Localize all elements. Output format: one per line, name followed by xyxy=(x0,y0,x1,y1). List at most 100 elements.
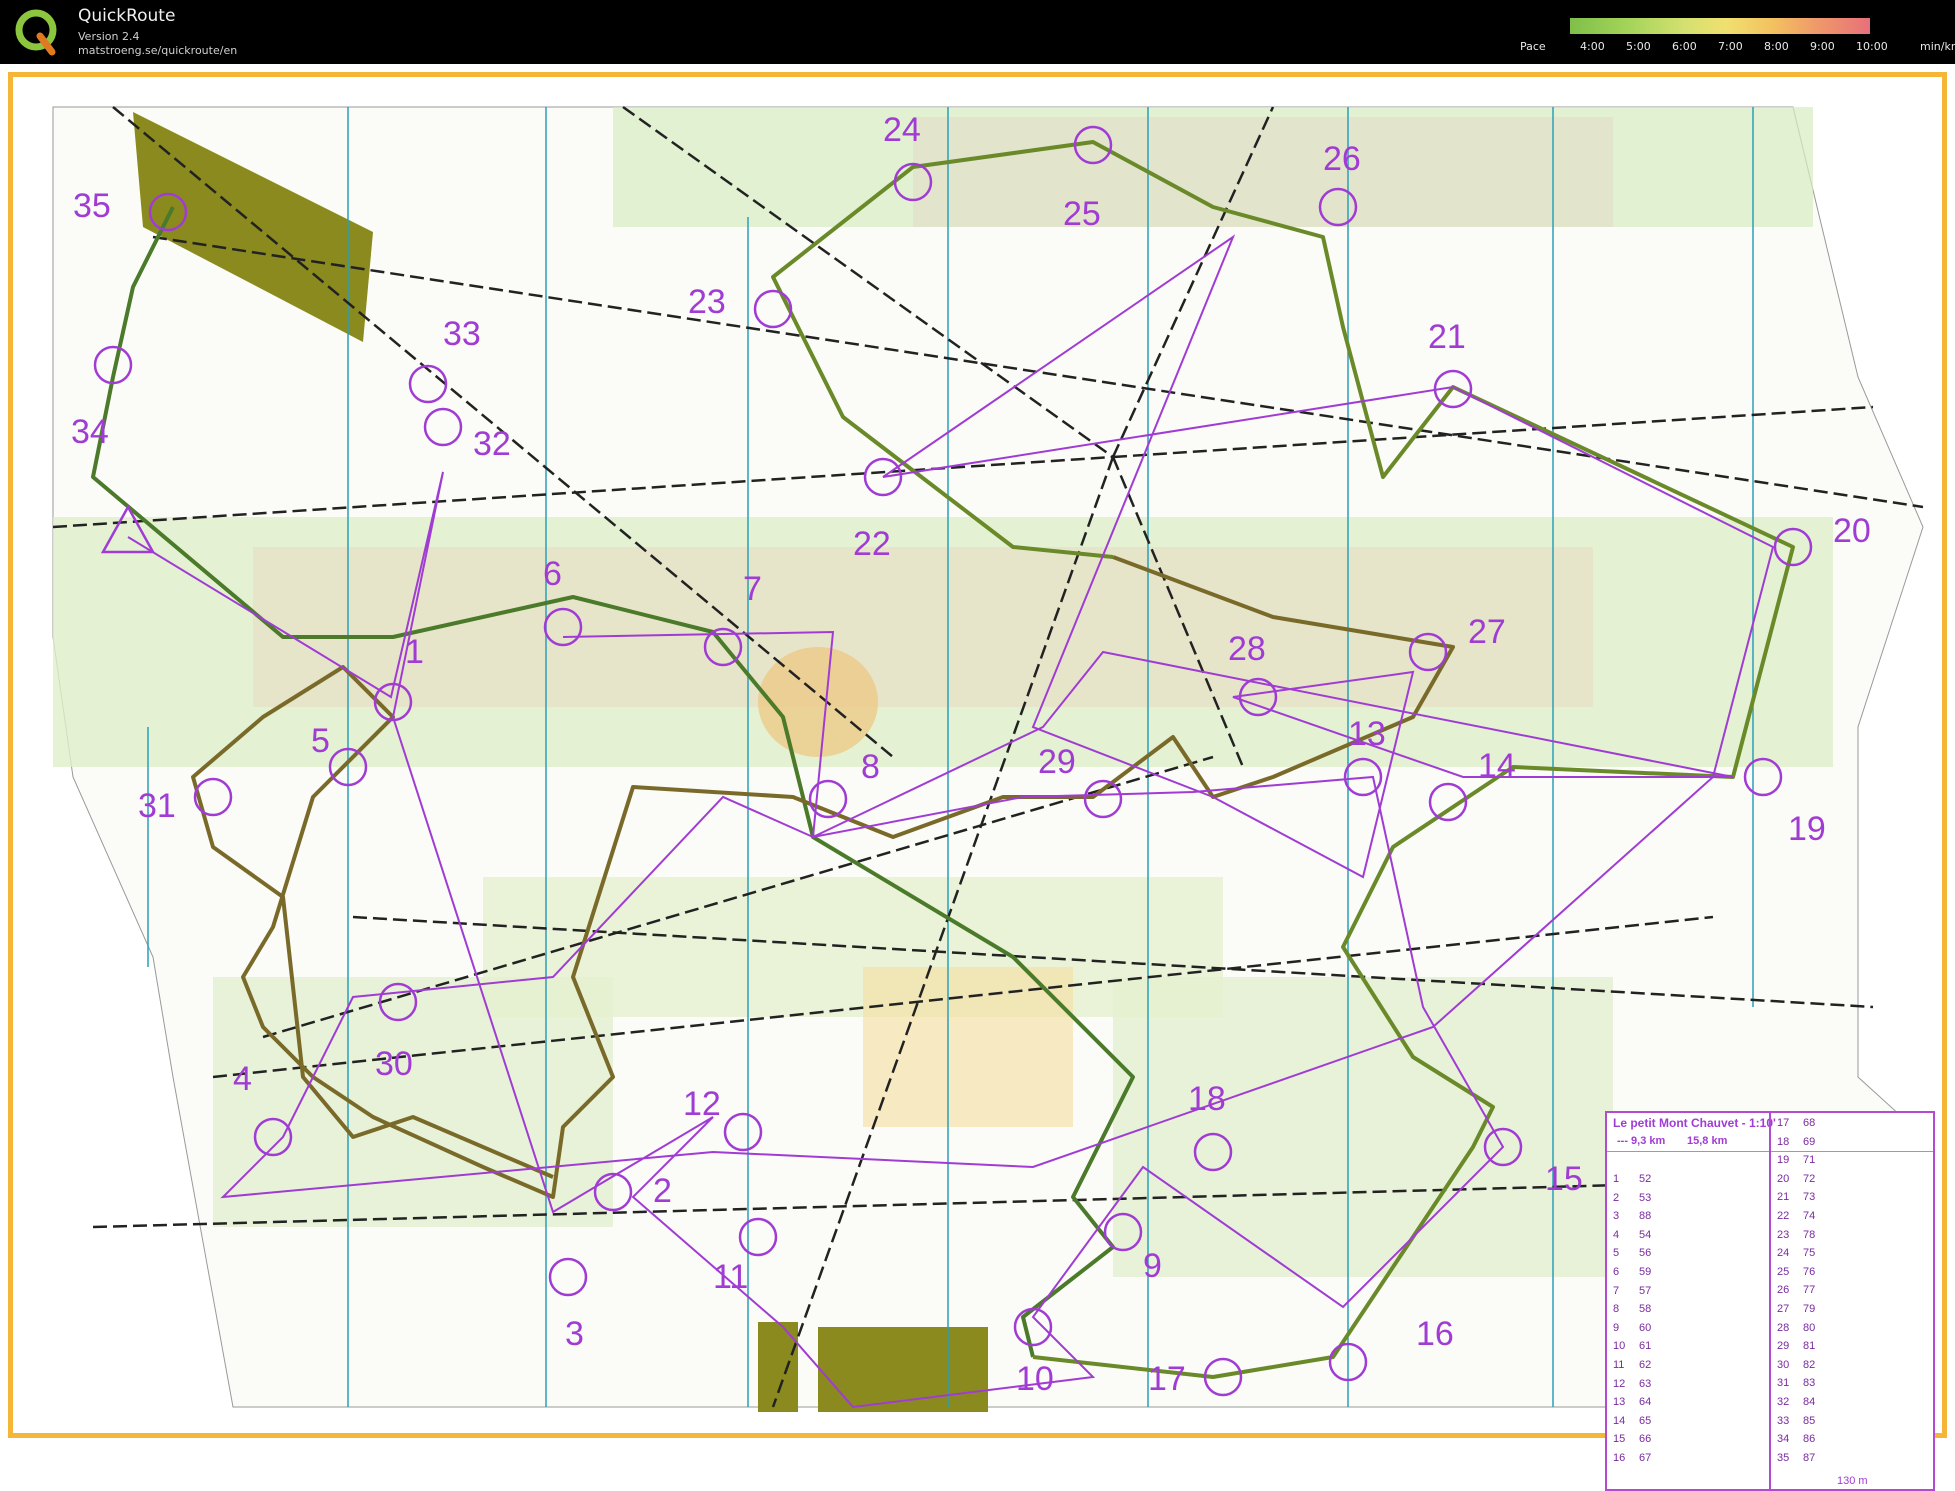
legend-control-number: 30 xyxy=(1777,1358,1790,1371)
control-number: 31 xyxy=(138,787,176,825)
legend-row: 33 85 xyxy=(1773,1413,1933,1431)
pace-tick: 5:00 xyxy=(1626,40,1651,53)
control-number: 26 xyxy=(1323,140,1361,178)
open-area xyxy=(758,647,878,757)
legend-control-code: 64 xyxy=(1639,1396,1652,1409)
control-description-sheet: Le petit Mont Chauvet - 1:10' --- 9,3 km… xyxy=(1605,1111,1935,1491)
legend-control-number: 20 xyxy=(1777,1172,1790,1185)
legend-control-code: 58 xyxy=(1639,1303,1652,1316)
legend-control-number: 6 xyxy=(1613,1266,1620,1278)
legend-length: --- 9,3 km xyxy=(1617,1135,1666,1147)
legend-row: 31 83 xyxy=(1773,1375,1933,1393)
legend-control-number: 14 xyxy=(1613,1414,1626,1427)
legend-row: 24 75 xyxy=(1773,1245,1933,1263)
pace-tick: 10:00 xyxy=(1856,40,1888,53)
legend-control-number: 2 xyxy=(1613,1191,1620,1204)
legend-row: 26 77 xyxy=(1773,1282,1933,1300)
legend-control-code: 82 xyxy=(1803,1358,1816,1371)
legend-row: 11 62 xyxy=(1607,1357,1767,1375)
legend-row: 17 68 xyxy=(1773,1115,1933,1133)
quickroute-logo-icon xyxy=(15,9,57,56)
control-number: 16 xyxy=(1416,1315,1454,1353)
legend-control-number: 9 xyxy=(1613,1321,1620,1334)
legend-row: 18 69 xyxy=(1773,1134,1933,1152)
legend-row: 25 76 xyxy=(1773,1264,1933,1282)
control-number: 9 xyxy=(1143,1247,1162,1285)
legend-control-code: 71 xyxy=(1803,1154,1816,1167)
legend-control-number: 26 xyxy=(1777,1284,1790,1297)
legend-control-number: 4 xyxy=(1613,1228,1620,1241)
legend-control-number: 22 xyxy=(1777,1210,1790,1222)
legend-row: 1 52 xyxy=(1607,1171,1767,1189)
legend-row: 35 87 xyxy=(1773,1450,1933,1468)
legend-control-number: 27 xyxy=(1777,1303,1790,1315)
legend-control-number: 28 xyxy=(1777,1321,1790,1334)
legend-scale: 130 m xyxy=(1837,1475,1868,1487)
legend-control-number: 29 xyxy=(1777,1340,1790,1353)
legend-control-number: 33 xyxy=(1777,1414,1790,1427)
control-number: 23 xyxy=(688,283,726,321)
legend-control-code: 68 xyxy=(1803,1117,1816,1129)
control-number: 33 xyxy=(443,315,481,353)
legend-control-code: 53 xyxy=(1639,1191,1652,1204)
control-number: 25 xyxy=(1063,195,1101,233)
legend-control-code: 60 xyxy=(1639,1321,1652,1334)
control-number: 17 xyxy=(1148,1360,1186,1398)
control-number: 22 xyxy=(853,525,891,563)
legend-row: 7 57 xyxy=(1607,1283,1767,1301)
legend-control-code: 76 xyxy=(1803,1265,1816,1278)
legend-control-number: 1 xyxy=(1613,1173,1620,1185)
legend-control-number: 23 xyxy=(1777,1228,1790,1241)
app-url[interactable]: matstroeng.se/quickroute/en xyxy=(78,44,237,57)
legend-control-code: 80 xyxy=(1803,1321,1816,1334)
control-number: 28 xyxy=(1228,630,1266,668)
control-number: 15 xyxy=(1545,1160,1583,1198)
control-number: 21 xyxy=(1428,318,1466,356)
legend-row: 4 54 xyxy=(1607,1227,1767,1245)
legend-control-number: 13 xyxy=(1613,1396,1626,1409)
legend-control-code: 65 xyxy=(1639,1414,1652,1427)
rocky-area xyxy=(253,547,1593,707)
control-number: 4 xyxy=(233,1060,252,1098)
legend-control-code: 81 xyxy=(1803,1340,1816,1353)
legend-control-code: 67 xyxy=(1639,1452,1652,1464)
legend-control-number: 24 xyxy=(1777,1247,1790,1260)
control-number: 27 xyxy=(1468,613,1506,651)
olive-field xyxy=(758,1322,798,1412)
rocky-area xyxy=(913,117,1613,227)
legend-control-code: 87 xyxy=(1803,1451,1816,1464)
legend-control-code: 78 xyxy=(1803,1228,1816,1241)
control-number: 14 xyxy=(1478,747,1516,785)
app-title: QuickRoute xyxy=(78,6,176,26)
legend-control-number: 18 xyxy=(1777,1135,1790,1148)
legend-row: 3 88 xyxy=(1607,1208,1767,1226)
pace-tick: 4:00 xyxy=(1580,40,1605,53)
legend-row: 2 53 xyxy=(1607,1190,1767,1208)
control-number: 29 xyxy=(1038,743,1076,781)
legend-control-number: 8 xyxy=(1613,1303,1620,1316)
legend-control-code: 57 xyxy=(1639,1284,1652,1297)
map-viewport[interactable]: 35 24 26 25 23 33 34 32 21 22 20 6 7 1 2… xyxy=(8,72,1947,1491)
pace-label: Pace xyxy=(1520,40,1546,53)
legend-control-code: 59 xyxy=(1639,1266,1652,1278)
control-number: 8 xyxy=(861,748,880,786)
control-number: 19 xyxy=(1788,810,1826,848)
legend-row: 5 56 xyxy=(1607,1245,1767,1263)
legend-control-code: 85 xyxy=(1803,1414,1816,1427)
legend-control-number: 17 xyxy=(1777,1117,1790,1129)
legend-control-code: 66 xyxy=(1639,1433,1652,1446)
control-number: 7 xyxy=(743,570,762,608)
control-number: 12 xyxy=(683,1085,721,1123)
control-number: 30 xyxy=(375,1045,413,1083)
legend-row: 20 72 xyxy=(1773,1171,1933,1189)
open-area xyxy=(863,967,1073,1127)
legend-row: 27 79 xyxy=(1773,1301,1933,1319)
legend-control-code: 73 xyxy=(1803,1191,1816,1204)
pace-gradient-bar xyxy=(1570,18,1870,34)
pace-tick: 6:00 xyxy=(1672,40,1697,53)
legend-row: 8 58 xyxy=(1607,1301,1767,1319)
vegetation-band xyxy=(1113,977,1613,1277)
legend-row: 14 65 xyxy=(1607,1413,1767,1431)
legend-row: 15 66 xyxy=(1607,1431,1767,1449)
control-number: 34 xyxy=(71,413,109,451)
